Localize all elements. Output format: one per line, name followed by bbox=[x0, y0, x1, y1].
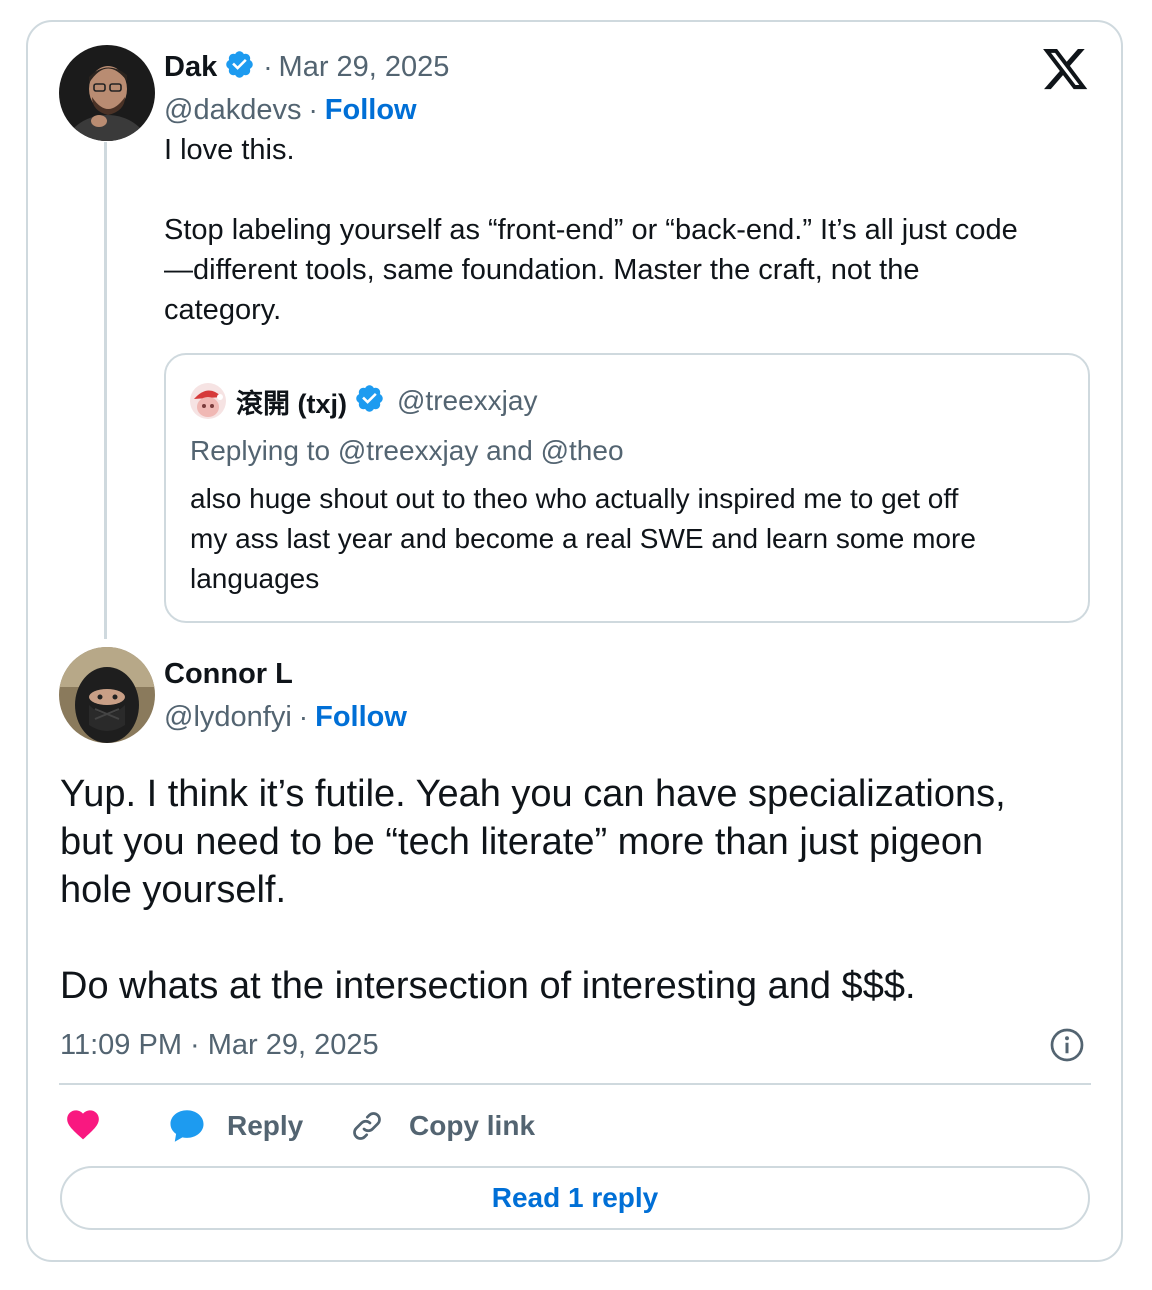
handle-separator: · bbox=[308, 94, 318, 125]
quoted-tweet-header: 滾開 (txj) @treexxjay bbox=[236, 382, 537, 420]
author-name[interactable]: Dak bbox=[164, 51, 217, 84]
verified-badge-icon bbox=[224, 49, 255, 85]
tweet-date[interactable]: Mar 29, 2025 bbox=[279, 51, 450, 84]
reply-tweet-text-line: Yup. I think it’s futile. Yeah you can h… bbox=[60, 773, 1006, 815]
actions-divider bbox=[59, 1083, 1091, 1085]
handle-separator: · bbox=[298, 701, 309, 732]
copy-link-label: Copy link bbox=[409, 1110, 536, 1141]
reply-author-name[interactable]: Connor L bbox=[164, 658, 293, 691]
author-handle[interactable]: @dakdevs bbox=[164, 94, 301, 127]
reply-tweet-handle-row: @lydonfyi · Follow bbox=[164, 699, 407, 735]
main-tweet-text-line: I love this. bbox=[164, 134, 295, 166]
quoted-tweet-text-line: also huge shout out to theo who actually… bbox=[190, 483, 959, 514]
follow-button[interactable]: Follow bbox=[315, 701, 407, 734]
quoted-tweet-text-line: my ass last year and become a real SWE a… bbox=[190, 523, 976, 554]
reply-label: Reply bbox=[227, 1110, 304, 1141]
follow-button[interactable]: Follow bbox=[325, 94, 417, 127]
quoted-author-handle[interactable]: @treexxjay bbox=[397, 385, 537, 417]
tweet-embed-card bbox=[26, 20, 1123, 1262]
verified-badge-icon bbox=[354, 383, 385, 419]
main-tweet-text-line: category. bbox=[164, 294, 282, 326]
dak-avatar[interactable] bbox=[59, 45, 155, 141]
reply-button[interactable]: Reply bbox=[167, 1106, 303, 1146]
reply-timestamp[interactable]: 11:09 PM · Mar 29, 2025 bbox=[60, 1026, 379, 1064]
main-tweet-header: Dak · Mar 29, 2025 bbox=[164, 49, 449, 85]
info-icon[interactable] bbox=[1049, 1027, 1085, 1063]
reply-tweet-header: Connor L bbox=[164, 656, 293, 692]
copy-link-button[interactable]: Copy link bbox=[349, 1106, 535, 1146]
read-replies-button[interactable]: Read 1 reply bbox=[60, 1166, 1090, 1230]
link-icon bbox=[349, 1108, 385, 1144]
reply-tweet-text-line: but you need to be “tech literate” more … bbox=[60, 821, 984, 863]
replying-to-text: Replying to @treexxjay and @theo bbox=[190, 435, 624, 466]
quoted-author-name[interactable]: 滾開 (txj) bbox=[236, 382, 347, 421]
heart-icon bbox=[64, 1105, 102, 1148]
date-separator: · bbox=[263, 51, 273, 82]
like-button[interactable] bbox=[64, 1106, 102, 1146]
reply-tweet-text-line: hole yourself. bbox=[60, 869, 287, 911]
thread-connector-line bbox=[104, 142, 107, 639]
main-tweet-text-line: Stop labeling yourself as “front-end” or… bbox=[164, 214, 1018, 246]
quoted-author-avatar[interactable] bbox=[190, 383, 226, 419]
quoted-tweet-text-line: languages bbox=[190, 563, 320, 594]
main-tweet-text-line: —different tools, same foundation. Maste… bbox=[164, 254, 920, 286]
reply-tweet-text-line: Do whats at the intersection of interest… bbox=[60, 965, 916, 1007]
x-logo-icon[interactable] bbox=[1043, 49, 1089, 93]
connor-avatar[interactable] bbox=[59, 647, 155, 743]
reply-author-handle[interactable]: @lydonfyi bbox=[164, 701, 292, 734]
main-tweet-handle-row: @dakdevs · Follow bbox=[164, 92, 417, 128]
reply-bubble-icon bbox=[167, 1107, 207, 1145]
